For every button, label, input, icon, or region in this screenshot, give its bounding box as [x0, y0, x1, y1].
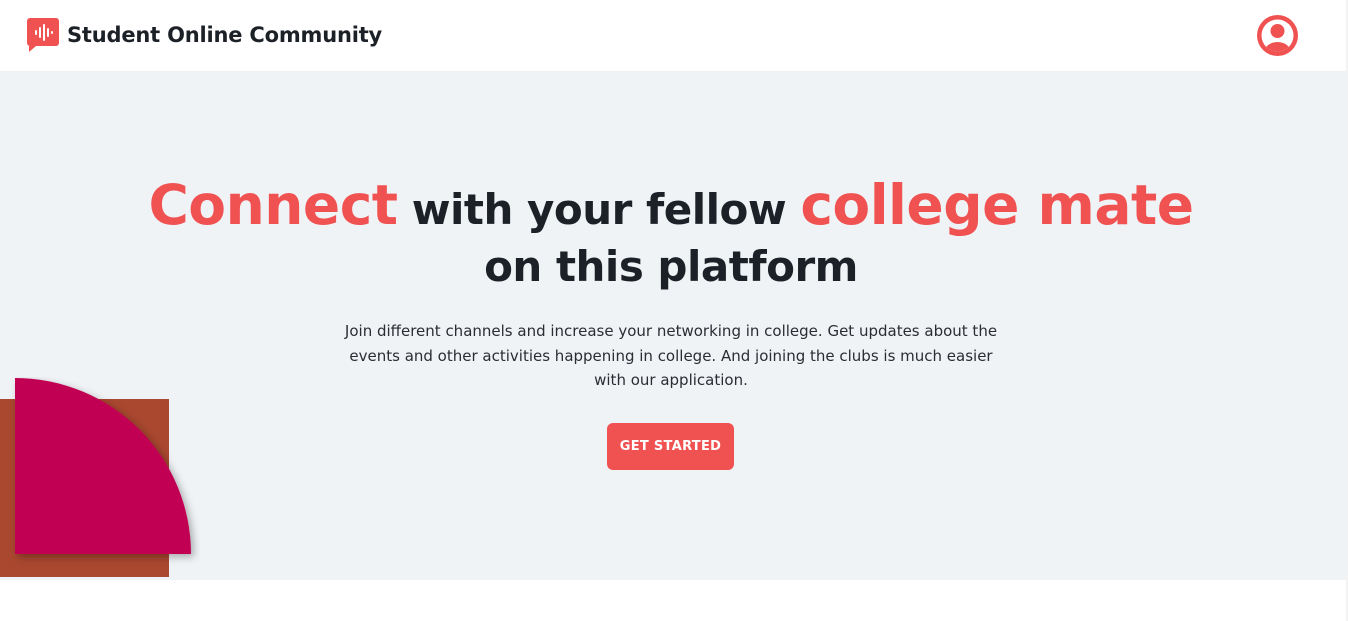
hero-headline: Connect with your fellow college mate on…: [0, 178, 1342, 297]
brand-home-link[interactable]: Student Online Community: [27, 18, 382, 52]
app-name: Student Online Community: [67, 23, 383, 47]
headline-highlight-college-mate: college mate: [800, 173, 1194, 237]
hero-subtitle: Join different channels and increase you…: [344, 322, 998, 389]
headline-highlight-connect: Connect: [148, 173, 398, 237]
chat-audio-wave-icon: [27, 18, 59, 52]
hero-section: Connect with your fellow college mate on…: [0, 71, 1346, 580]
user-circle-icon: [1257, 15, 1298, 56]
top-navbar: Student Online Community: [0, 0, 1348, 71]
headline-text: with your fellow: [397, 185, 801, 234]
get-started-button[interactable]: GET STARTED: [607, 423, 734, 470]
page: Student Online Community Connect with yo…: [0, 0, 1348, 621]
headline-line-2: on this platform: [484, 242, 858, 291]
decorative-quarter-circle: [0, 377, 200, 580]
profile-button[interactable]: [1257, 15, 1298, 56]
